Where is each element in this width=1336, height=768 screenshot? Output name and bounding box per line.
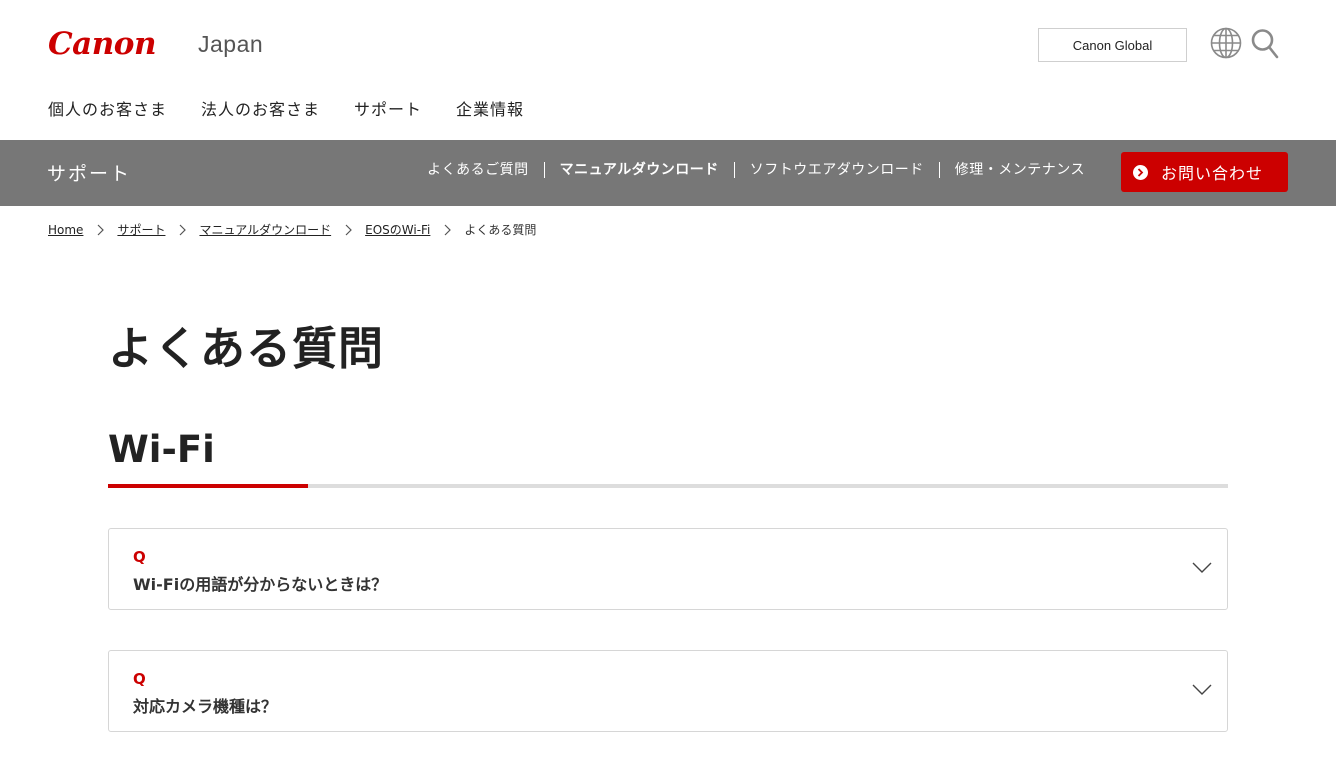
faq-q-marker: Q: [133, 548, 146, 566]
chevron-down-icon: [1192, 684, 1212, 695]
site-header: Canon Japan Canon Global 個人のお客さま 法人のお客さま…: [0, 0, 1336, 140]
support-subbar: サポート よくあるご質問 マニュアルダウンロード ソフトウエアダウンロード 修理…: [0, 140, 1336, 206]
main-nav-personal[interactable]: 個人のお客さま: [48, 96, 167, 120]
subnav-software-download[interactable]: ソフトウエアダウンロード: [733, 162, 939, 178]
section-divider: [108, 484, 1228, 488]
chevron-right-icon: [331, 224, 365, 236]
subnav-faq[interactable]: よくあるご質問: [427, 162, 544, 178]
breadcrumb-support[interactable]: サポート: [117, 221, 165, 238]
chevron-down-icon: [1192, 562, 1212, 573]
faq-q-marker: Q: [133, 670, 146, 688]
faq-item[interactable]: Q Wi-Fiの用語が分からないときは？: [108, 528, 1228, 610]
breadcrumb-current: よくある質問: [464, 223, 537, 237]
canon-global-button[interactable]: Canon Global: [1038, 28, 1187, 62]
subbar-title[interactable]: サポート: [47, 159, 131, 186]
main-nav: 個人のお客さま 法人のお客さま サポート 企業情報: [48, 96, 524, 120]
contact-button[interactable]: お問い合わせ: [1121, 152, 1288, 192]
chevron-right-circle-icon: [1133, 164, 1148, 180]
main-nav-business[interactable]: 法人のお客さま: [201, 96, 320, 120]
faq-question: Wi-Fiの用語が分からないときは？: [133, 575, 388, 594]
contact-button-label: お問い合わせ: [1161, 164, 1264, 183]
chevron-right-icon: [430, 224, 464, 236]
breadcrumb: Home サポート マニュアルダウンロード EOSのWi-Fi よくある質問: [48, 221, 536, 238]
faq-item[interactable]: Q 対応カメラ機種は？: [108, 650, 1228, 732]
main-nav-support[interactable]: サポート: [354, 96, 422, 120]
globe-icon[interactable]: [1210, 27, 1242, 59]
faq-question: 対応カメラ機種は？: [133, 697, 278, 716]
breadcrumb-eos-wifi[interactable]: EOSのWi-Fi: [365, 221, 430, 238]
canon-logo[interactable]: Canon: [48, 26, 157, 62]
support-subnav: よくあるご質問 マニュアルダウンロード ソフトウエアダウンロード 修理・メンテナ…: [427, 162, 1100, 178]
subnav-repair[interactable]: 修理・メンテナンス: [938, 162, 1100, 178]
chevron-right-icon: [165, 224, 199, 236]
page-title: よくある質問: [108, 322, 385, 375]
section-title: Wi-Fi: [108, 428, 215, 471]
main-nav-corporate[interactable]: 企業情報: [456, 96, 524, 120]
subnav-manual-download[interactable]: マニュアルダウンロード: [543, 162, 734, 178]
chevron-right-icon: [83, 224, 117, 236]
section-divider-accent: [108, 484, 308, 488]
search-icon[interactable]: [1251, 28, 1279, 60]
breadcrumb-home[interactable]: Home: [48, 223, 83, 237]
breadcrumb-manual-download[interactable]: マニュアルダウンロード: [199, 221, 331, 238]
region-label: Japan: [198, 31, 264, 57]
